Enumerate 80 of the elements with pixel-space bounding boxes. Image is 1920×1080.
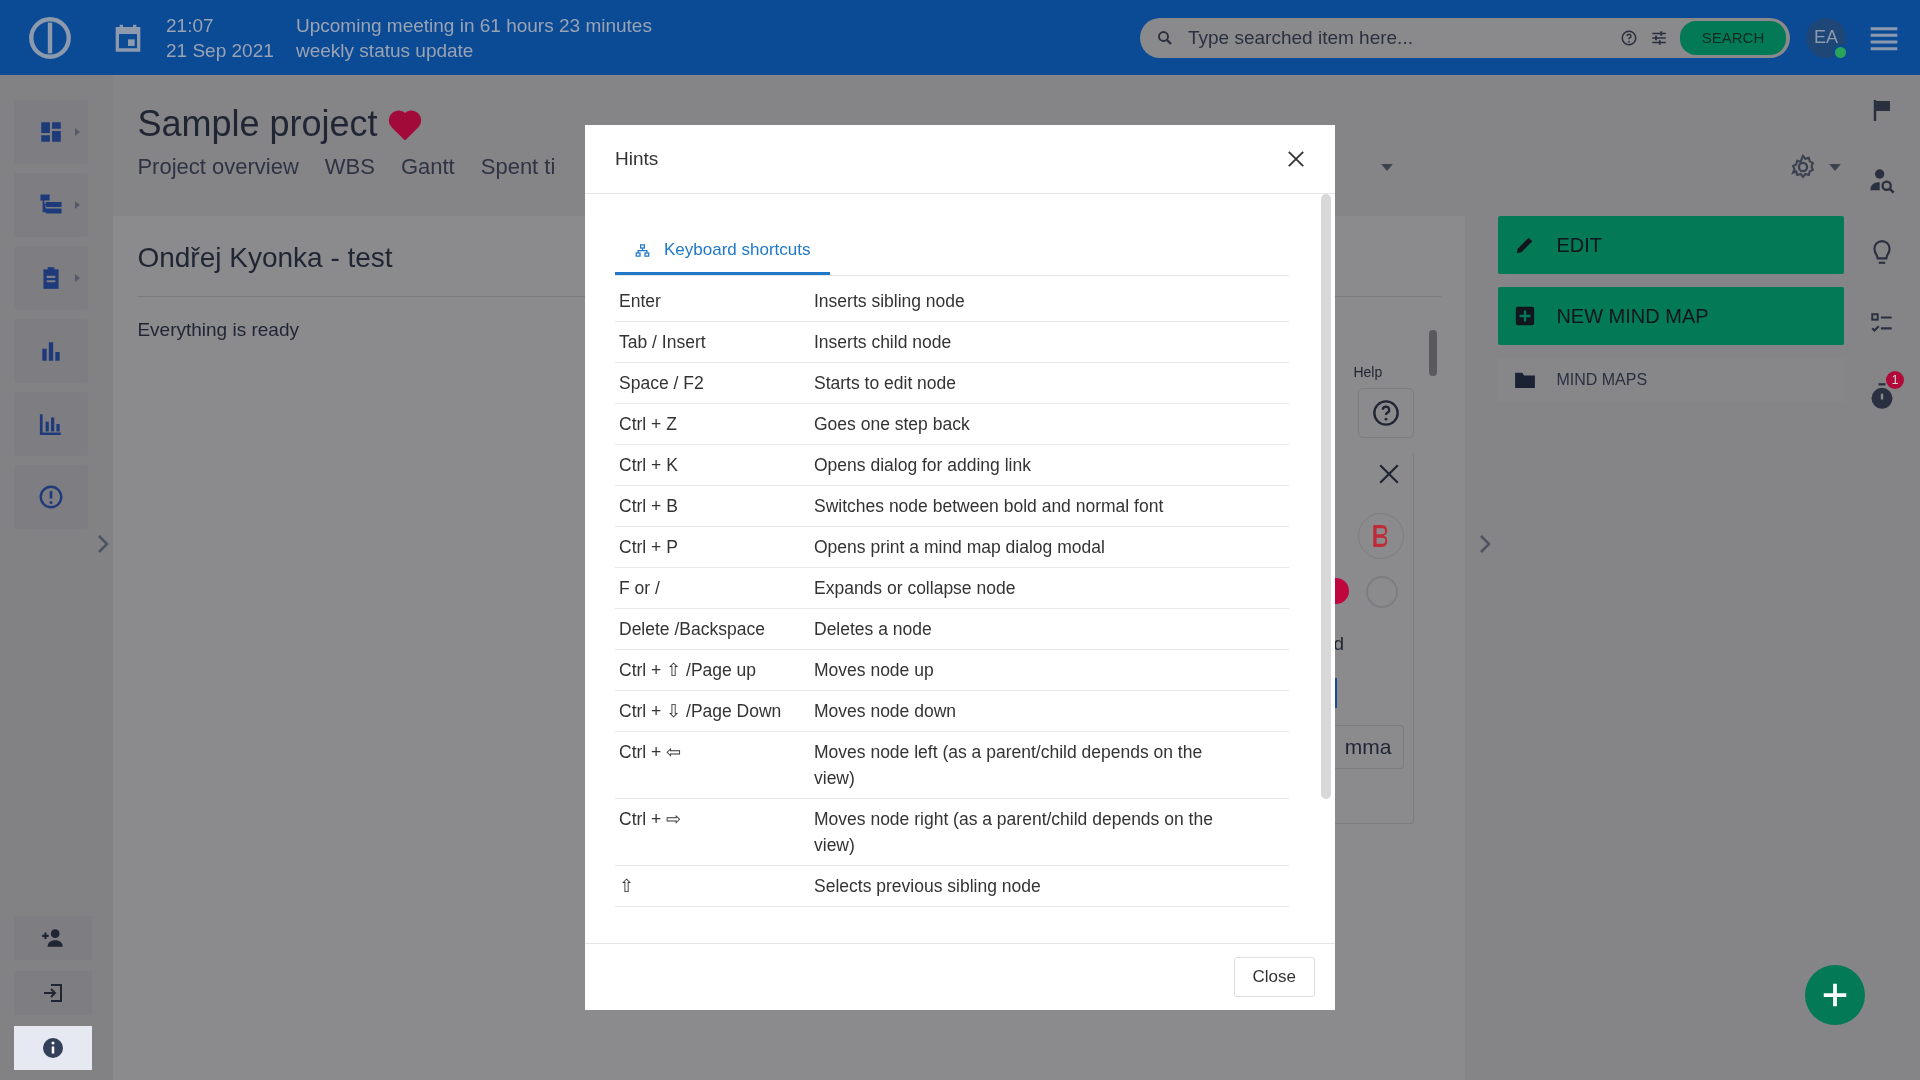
meeting-time: 21:07 — [166, 13, 215, 38]
caret-icon[interactable] — [1829, 163, 1842, 171]
dialog-tab[interactable]: Keyboard shortcuts — [615, 230, 831, 275]
project-tab[interactable]: Gantt — [400, 154, 455, 180]
chevron-right-icon[interactable] — [1479, 534, 1492, 554]
scrollbar-thumb[interactable] — [1429, 330, 1438, 376]
meeting-name[interactable]: weekly status update — [296, 39, 474, 61]
shortcut-description: Expands or collapse node — [814, 577, 1017, 600]
notification-badge: 1 — [1886, 371, 1905, 389]
add-button[interactable] — [1805, 965, 1865, 1025]
info-button[interactable] — [14, 1026, 92, 1070]
project-tab[interactable]: Spent ti — [480, 154, 556, 180]
edit-button[interactable]: EDIT — [1498, 216, 1845, 274]
shortcut-keys: Space / F2 — [619, 370, 814, 396]
chevron-right-icon[interactable] — [97, 534, 109, 554]
project-title: Sample project — [137, 103, 378, 145]
meeting-title[interactable]: Upcoming meeting in 61 hours 23 minutes — [296, 14, 652, 36]
close-icon[interactable] — [1287, 150, 1305, 168]
shortcut-description: Moves node right (as a parent/child depends on the view) — [814, 808, 1214, 857]
shortcut-keys: Ctrl + Z — [619, 411, 814, 437]
shortcut-keys: Ctrl + ⇧ /Page up — [619, 657, 814, 683]
shortcut-keys: Delete /Backspace — [619, 616, 814, 642]
shortcut-description: Opens print a mind map dialog modal — [814, 536, 1106, 559]
project-tab[interactable]: WBS — [324, 154, 375, 180]
dialog-title: Hints — [615, 148, 659, 170]
close-button[interactable]: Close — [1233, 957, 1315, 997]
search-field[interactable]: Type searched item here... SEARCH — [1140, 17, 1790, 58]
shortcut-description: Moves node up — [814, 659, 935, 682]
help-label: Help — [1353, 364, 1383, 380]
shortcut-description: Moves node left (as a parent/child depends on the view) — [814, 741, 1204, 790]
shortcut-keys: Ctrl + K — [619, 452, 814, 478]
shortcut-description: Starts to edit node — [814, 372, 958, 395]
clipboard-menu-item[interactable] — [14, 246, 88, 310]
shortcut-description: Selects previous sibling node — [814, 875, 1042, 898]
search-button[interactable]: SEARCH — [1680, 20, 1786, 55]
shortcut-keys: ⇧ — [619, 873, 814, 899]
caret-icon[interactable] — [1381, 163, 1394, 171]
heart-icon[interactable] — [387, 108, 422, 140]
new-mind-map-button[interactable]: NEW MIND MAP — [1498, 287, 1845, 345]
plus-square-icon — [1514, 305, 1537, 327]
help-icon[interactable] — [1620, 28, 1638, 47]
folder-icon — [1514, 371, 1537, 389]
scrollbar-thumb[interactable] — [1321, 194, 1331, 799]
meeting-date: 21 Sep 2021 — [166, 38, 275, 63]
shortcut-keys: Ctrl + P — [619, 534, 814, 560]
shortcut-description: Goes one step back — [814, 413, 971, 436]
dashboard-menu-item[interactable] — [14, 100, 88, 164]
help-icon — [1372, 399, 1401, 427]
logo-icon[interactable] — [28, 15, 72, 60]
info-icon — [41, 1036, 65, 1060]
chart-icon — [38, 411, 64, 437]
add-user-button[interactable] — [14, 916, 92, 960]
shortcut-description: Opens dialog for adding link — [814, 454, 1032, 477]
shortcut-keys: Tab / Insert — [619, 329, 814, 355]
hierarchy-icon — [635, 242, 650, 258]
alert-icon — [38, 484, 64, 510]
shortcut-keys: Ctrl + ⇦ — [619, 739, 814, 791]
search-icon — [1156, 28, 1174, 47]
shortcut-description: Deletes a node — [814, 618, 933, 641]
alert-menu-item[interactable] — [14, 465, 88, 529]
bar-chart-menu-item[interactable] — [14, 319, 88, 383]
user-search-icon[interactable] — [1868, 167, 1897, 195]
login-button[interactable] — [14, 971, 92, 1015]
login-icon — [41, 981, 65, 1005]
project-tab[interactable]: Project overview — [137, 154, 299, 180]
tree-menu-item[interactable] — [14, 173, 88, 237]
shortcut-keys: F or / — [619, 575, 814, 601]
shortcut-keys: Ctrl + ⇨ — [619, 806, 814, 858]
status-text: Everything is ready — [137, 319, 300, 341]
user-avatar[interactable]: EA — [1806, 17, 1846, 58]
filter-icon[interactable] — [1650, 28, 1668, 47]
chart-menu-item[interactable] — [14, 392, 88, 456]
shortcut-description: Moves node down — [814, 700, 958, 723]
help-button[interactable] — [1358, 388, 1415, 438]
shortcut-description: Inserts child node — [814, 331, 953, 354]
shortcut-keys: Ctrl + B — [619, 493, 814, 519]
bold-button[interactable] — [1358, 513, 1405, 559]
shortcut-description: Switches node between bold and normal font — [814, 495, 1165, 518]
shortcut-keys: Ctrl + ⇩ /Page Down — [619, 698, 814, 724]
dashboard-icon — [38, 119, 64, 145]
